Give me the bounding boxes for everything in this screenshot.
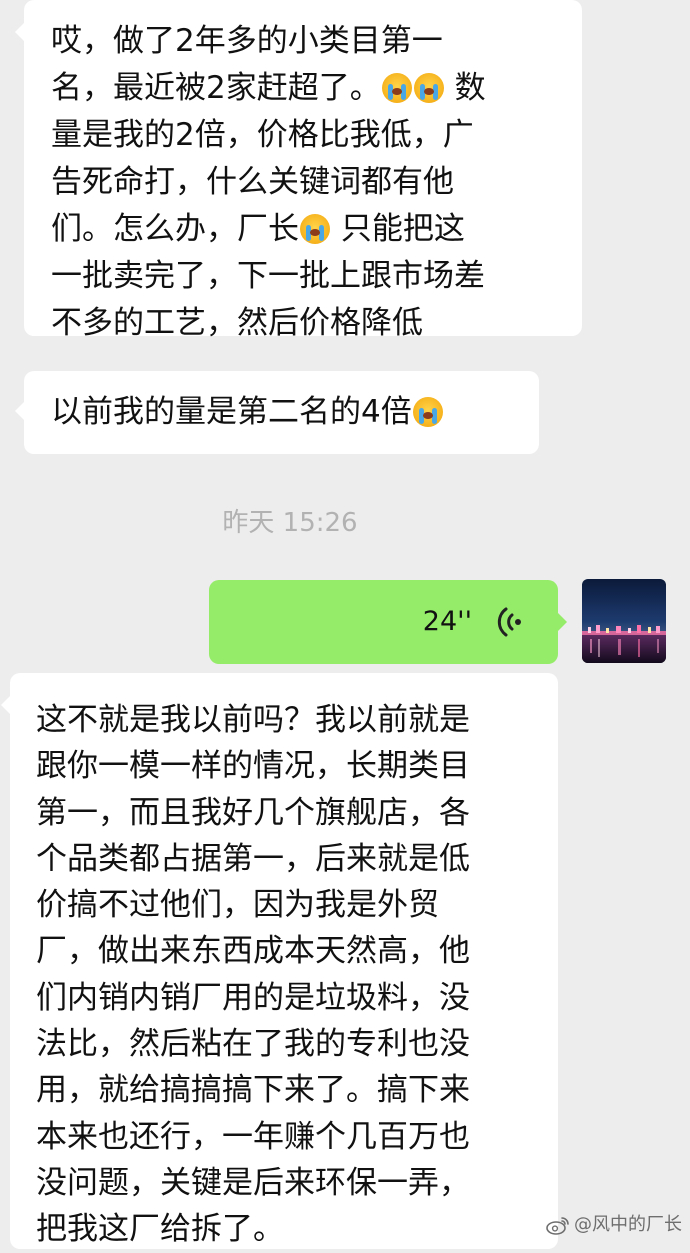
message-text: 这不就是我以前吗？我以前就是 跟你一模一样的情况，长期类目 第一，而且我好几个旗… bbox=[36, 697, 538, 1253]
avatar[interactable] bbox=[582, 579, 666, 663]
outgoing-voice-message-bubble[interactable]: 24'' bbox=[209, 580, 567, 664]
bubble-tail bbox=[15, 401, 25, 421]
incoming-message-bubble[interactable]: 这不就是我以前吗？我以前就是 跟你一模一样的情况，长期类目 第一，而且我好几个旗… bbox=[1, 673, 558, 1249]
message-text: 以前我的量是第二名的4倍 bbox=[51, 389, 519, 436]
bubble-tail bbox=[15, 22, 25, 42]
voice-wave-icon bbox=[497, 607, 521, 637]
message-text: 哎，做了2年多的小类目第一 名，最近被2家赶超了。 数 量是我的2倍，价格比我低… bbox=[51, 18, 562, 347]
weibo-icon bbox=[546, 1217, 569, 1235]
loudly-crying-face-emoji bbox=[381, 73, 412, 103]
incoming-message-bubble[interactable]: 哎，做了2年多的小类目第一 名，最近被2家赶超了。 数 量是我的2倍，价格比我低… bbox=[15, 0, 582, 341]
night-city-avatar bbox=[582, 579, 666, 663]
loudly-crying-face-emoji bbox=[413, 73, 444, 103]
bubble-tail bbox=[557, 612, 567, 632]
message-timestamp: 昨天 15:26 bbox=[222, 508, 358, 538]
watermark-text: @风中的厂长 bbox=[574, 1214, 682, 1235]
watermark: @风中的厂长 bbox=[546, 1213, 682, 1237]
message-text-segment: 以前我的量是第二名的4倍 bbox=[51, 394, 412, 430]
loudly-crying-face-emoji bbox=[412, 397, 443, 427]
loudly-crying-face-emoji bbox=[300, 214, 330, 244]
incoming-message-bubble[interactable]: 以前我的量是第二名的4倍 bbox=[15, 371, 539, 454]
voice-duration: 24'' bbox=[422, 606, 472, 637]
bubble-tail bbox=[1, 695, 11, 715]
message-text-segment: 这不就是我以前吗？我以前就是 跟你一模一样的情况，长期类目 第一，而且我好几个旗… bbox=[36, 702, 470, 1248]
